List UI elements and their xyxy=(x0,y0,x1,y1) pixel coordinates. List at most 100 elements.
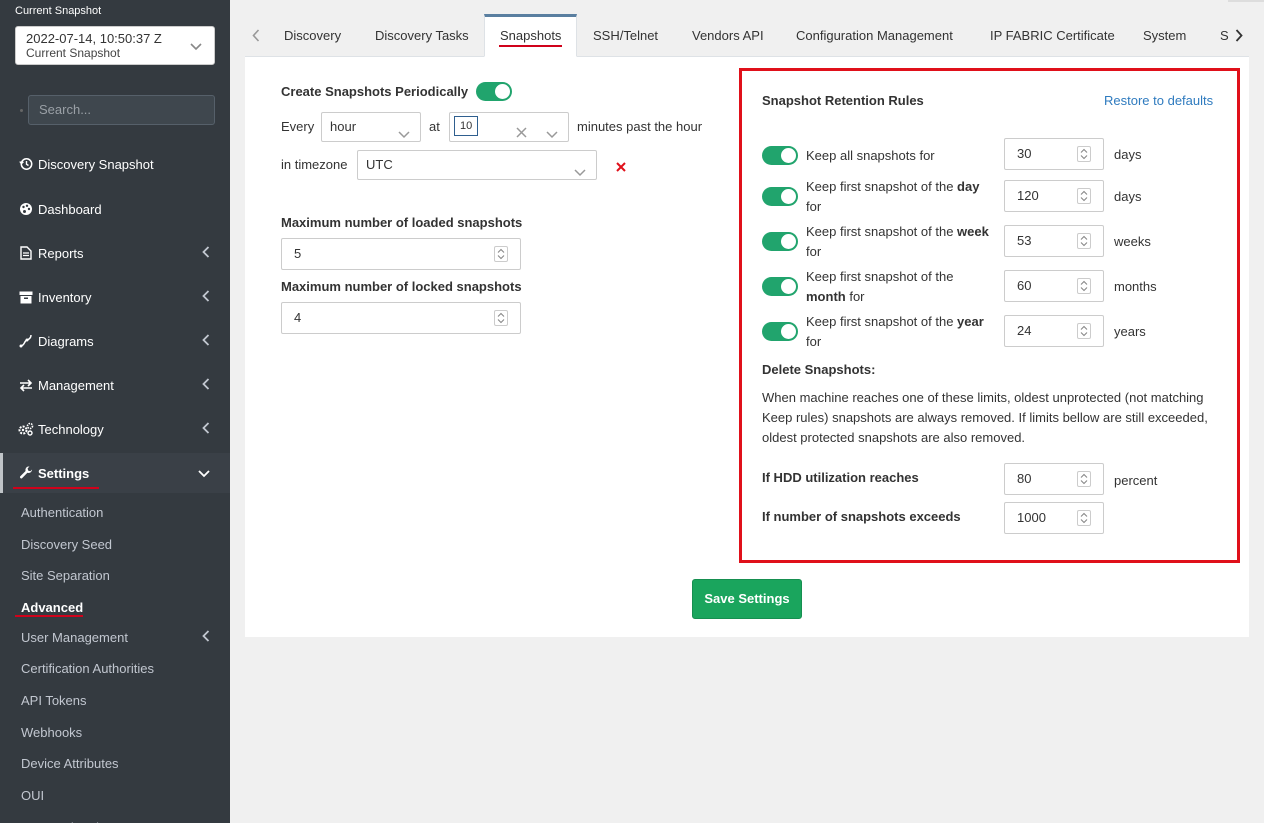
keep-all-label: Keep all snapshots for xyxy=(806,148,935,163)
spinner-icon[interactable] xyxy=(1077,278,1091,294)
snapshots-tab-underline xyxy=(499,45,562,47)
sidebar-item-discovery-snapshot[interactable]: Discovery Snapshot xyxy=(0,144,230,184)
keep-week-input[interactable]: 53 xyxy=(1004,225,1104,257)
sidebar-subitem-setup-wizard[interactable]: Setup Wizard xyxy=(0,811,230,823)
keep-month-toggle[interactable] xyxy=(762,277,798,296)
sidebar-item-technology[interactable]: Technology xyxy=(0,409,230,449)
advanced-highlight-underline xyxy=(15,615,83,617)
top-corner-edge xyxy=(1228,0,1264,2)
at-minute-select[interactable]: 10 xyxy=(449,112,569,142)
sidebar-subitem-authentication[interactable]: Authentication xyxy=(0,496,230,528)
spinner-icon[interactable] xyxy=(1077,510,1091,526)
spinner-icon[interactable] xyxy=(1077,233,1091,249)
archive-icon xyxy=(18,289,34,305)
keep-week-label: Keep first snapshot of the week for xyxy=(806,224,989,259)
sidebar-item-dashboard[interactable]: Dashboard xyxy=(0,189,230,229)
sidebar-subitem-site-separation[interactable]: Site Separation xyxy=(0,559,230,591)
sidebar-subitem-device-attributes[interactable]: Device Attributes xyxy=(0,747,230,779)
keep-month-unit: months xyxy=(1114,279,1157,294)
keep-all-toggle[interactable] xyxy=(762,146,798,165)
sidebar-subitem-user-management[interactable]: User Management xyxy=(0,621,230,653)
restore-defaults-link[interactable]: Restore to defaults xyxy=(1104,93,1213,108)
sidebar-item-diagrams[interactable]: Diagrams xyxy=(0,321,230,361)
spinner-icon[interactable] xyxy=(1077,146,1091,162)
snapshot-count-input[interactable]: 1000 xyxy=(1004,502,1104,534)
remove-timezone-icon[interactable] xyxy=(616,160,626,175)
tab-overflow[interactable]: S xyxy=(1205,14,1229,57)
chevron-left-icon xyxy=(202,422,210,437)
at-label: at xyxy=(429,119,440,134)
keep-day-toggle[interactable] xyxy=(762,187,798,206)
hdd-utilization-label: If HDD utilization reaches xyxy=(762,470,919,485)
keep-year-unit: years xyxy=(1114,324,1146,339)
keep-day-unit: days xyxy=(1114,189,1142,204)
chevron-left-icon xyxy=(202,334,210,349)
spinner-icon[interactable] xyxy=(494,310,508,326)
save-settings-button[interactable]: Save Settings xyxy=(692,579,802,619)
tab-snapshots[interactable]: Snapshots xyxy=(484,14,578,57)
keep-month-label: Keep first snapshot of the month for xyxy=(806,269,954,304)
tab-ssh-telnet[interactable]: SSH/Telnet xyxy=(578,14,673,57)
keep-week-toggle[interactable] xyxy=(762,232,798,251)
keep-day-label: Keep first snapshot of the day for xyxy=(806,179,980,214)
sidebar-subitem-webhooks[interactable]: Webhooks xyxy=(0,716,230,748)
spinner-icon[interactable] xyxy=(1077,471,1091,487)
keep-week-unit: weeks xyxy=(1114,234,1151,249)
tab-discovery[interactable]: Discovery xyxy=(269,14,356,57)
snapshot-selector[interactable]: 2022-07-14, 10:50:37 Z Current Snapshot xyxy=(15,26,215,65)
delete-snapshots-title: Delete Snapshots: xyxy=(762,362,876,377)
every-select[interactable]: hour xyxy=(321,112,421,142)
chevron-down-icon xyxy=(398,121,410,149)
sidebar-item-inventory[interactable]: Inventory xyxy=(0,277,230,317)
sidebar-subitem-advanced[interactable]: Advanced xyxy=(0,591,230,623)
sidebar-subitem-discovery-seed[interactable]: Discovery Seed xyxy=(0,528,230,560)
loaded-snapshots-input[interactable]: 5 xyxy=(281,238,521,270)
timezone-select[interactable]: UTC xyxy=(357,150,597,180)
wrench-icon xyxy=(18,465,34,481)
spinner-icon[interactable] xyxy=(1077,323,1091,339)
locked-snapshots-input[interactable]: 4 xyxy=(281,302,521,334)
spinner-icon[interactable] xyxy=(1077,188,1091,204)
loaded-snapshots-label: Maximum number of loaded snapshots xyxy=(281,215,523,230)
tab-vendors-api[interactable]: Vendors API xyxy=(677,14,779,57)
chevron-down-icon xyxy=(546,121,558,149)
current-snapshot-label: Current Snapshot xyxy=(15,5,102,17)
sidebar-search-input[interactable]: Search... xyxy=(28,95,215,125)
history-icon xyxy=(18,156,34,172)
snapshot-value: 2022-07-14, 10:50:37 Z xyxy=(26,31,162,46)
sidebar-item-management[interactable]: Management xyxy=(0,365,230,405)
at-minute-value: 10 xyxy=(454,116,479,136)
tabs-scroll-left-icon[interactable] xyxy=(248,27,264,43)
sidebar-subitem-oui[interactable]: OUI xyxy=(0,779,230,811)
sidebar-subitem-certification-authorities[interactable]: Certification Authorities xyxy=(0,652,230,684)
chevron-left-icon xyxy=(202,378,210,393)
chevron-down-icon xyxy=(574,159,586,187)
chevron-down-icon xyxy=(190,39,202,54)
sidebar-item-reports[interactable]: Reports xyxy=(0,233,230,273)
snapshot-count-label: If number of snapshots exceeds xyxy=(762,509,961,524)
delete-snapshots-description: When machine reaches one of these limits… xyxy=(762,390,1208,445)
sidebar: Current Snapshot 2022-07-14, 10:50:37 Z … xyxy=(0,0,230,823)
spinner-icon[interactable] xyxy=(494,246,508,262)
tab-discovery-tasks[interactable]: Discovery Tasks xyxy=(360,14,484,57)
settings-tabbar: Discovery Discovery Tasks Snapshots SSH/… xyxy=(245,14,1249,57)
keep-year-input[interactable]: 24 xyxy=(1004,315,1104,347)
keep-year-label: Keep first snapshot of the year for xyxy=(806,314,984,349)
sidebar-subitem-api-tokens[interactable]: API Tokens xyxy=(0,684,230,716)
hdd-utilization-input[interactable]: 80 xyxy=(1004,463,1104,495)
tab-system[interactable]: System xyxy=(1128,14,1201,57)
tab-ip-fabric-certificate[interactable]: IP FABRIC Certificate xyxy=(975,14,1130,57)
chevron-down-icon xyxy=(198,466,210,481)
diagram-icon xyxy=(18,333,34,349)
file-icon xyxy=(18,245,34,261)
snapshots-settings-panel: Create Snapshots Periodically Every hour… xyxy=(245,57,1249,637)
exchange-icon xyxy=(18,377,34,393)
periodic-toggle[interactable] xyxy=(476,82,513,101)
keep-month-input[interactable]: 60 xyxy=(1004,270,1104,302)
keep-all-input[interactable]: 30 xyxy=(1004,138,1104,170)
tabs-scroll-right-icon[interactable] xyxy=(1231,27,1247,43)
keep-day-input[interactable]: 120 xyxy=(1004,180,1104,212)
keep-year-toggle[interactable] xyxy=(762,322,798,341)
clear-icon[interactable] xyxy=(516,120,527,148)
tab-configuration-management[interactable]: Configuration Management xyxy=(781,14,968,57)
